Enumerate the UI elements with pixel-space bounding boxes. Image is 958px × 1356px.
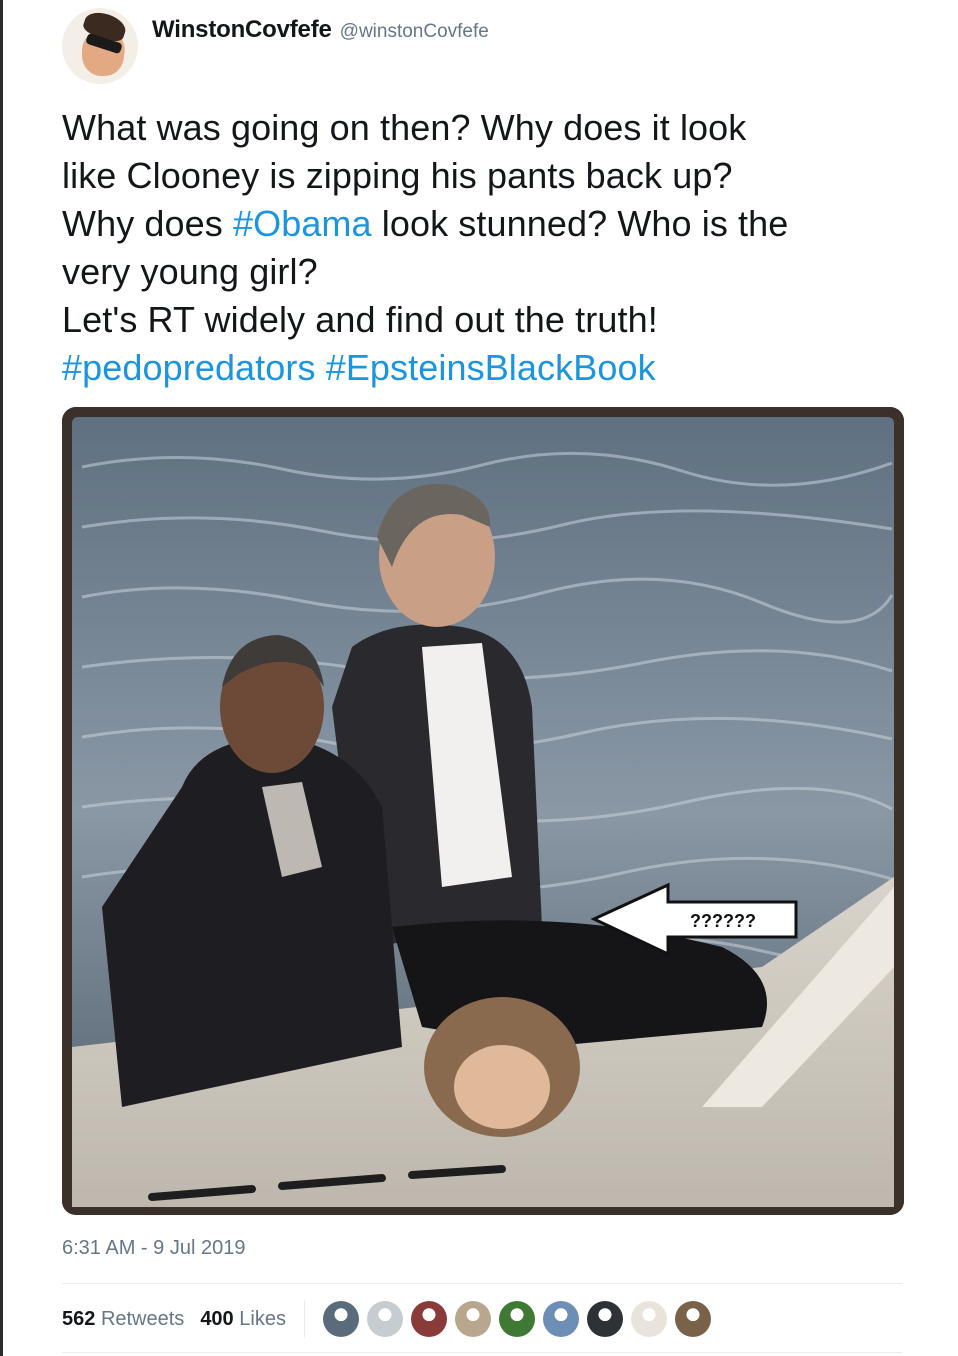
hashtag-link[interactable]: #pedopredators [62, 347, 316, 388]
retweets-count: 562 [62, 1307, 96, 1330]
retweets-label: Retweets [100, 1307, 185, 1330]
divider-bottom [62, 1352, 902, 1353]
tweet-text: What was going on then? Why does it look… [62, 104, 922, 392]
arrow-label: ?????? [690, 911, 756, 931]
tweet-text-segment: Let's RT widely and find out the truth! [62, 299, 658, 340]
likes-count: 400 [200, 1307, 234, 1330]
user-names: WinstonCovfefe @winstonCovfefe [152, 16, 489, 44]
tweet-stats: 562 Retweets 400 Likes [62, 1300, 719, 1338]
tweet-text-segment: Why does [62, 203, 233, 244]
liker-avatar-3[interactable] [410, 1301, 447, 1337]
tweet-text-segment: What was going on then? Why does it look [62, 107, 747, 148]
liker-avatar-5[interactable] [498, 1301, 535, 1337]
window-edge [0, 0, 3, 1356]
tweet-text-segment [316, 347, 326, 388]
tweet-text-line: What was going on then? Why does it look [62, 104, 922, 152]
tweet-text-segment: very young girl? [62, 251, 318, 292]
tweet-text-line: Let's RT widely and find out the truth! [62, 296, 922, 344]
retweets-stat[interactable]: 562 Retweets [62, 1308, 184, 1331]
liker-avatars [322, 1301, 719, 1337]
photo-illustration: ?????? [62, 407, 904, 1215]
divider-top [62, 1283, 902, 1284]
user-avatar[interactable] [62, 8, 138, 84]
tweet-text-segment: like Clooney is zipping his pants back u… [62, 155, 733, 196]
likes-label: Likes [239, 1307, 286, 1330]
tweet-text-line: #pedopredators #EpsteinsBlackBook [62, 344, 922, 392]
tweet-media-photo[interactable]: ?????? [62, 407, 904, 1215]
user-handle[interactable]: @winstonCovfefe [340, 21, 489, 43]
tweet-text-line: Why does #Obama look stunned? Who is the [62, 200, 922, 248]
likes-stat[interactable]: 400 Likes [200, 1308, 286, 1331]
liker-avatar-9[interactable] [674, 1301, 711, 1337]
liker-avatar-4[interactable] [454, 1301, 491, 1337]
tweet-header: WinstonCovfefe @winstonCovfefe [62, 8, 489, 84]
liker-avatar-6[interactable] [542, 1301, 579, 1337]
display-name[interactable]: WinstonCovfefe [152, 16, 332, 44]
child-face [454, 1045, 550, 1129]
liker-avatar-7[interactable] [586, 1301, 623, 1337]
hashtag-link[interactable]: #Obama [233, 203, 372, 244]
liker-avatar-8[interactable] [630, 1301, 667, 1337]
hashtag-link[interactable]: #EpsteinsBlackBook [326, 347, 656, 388]
tweet-text-segment: look stunned? Who is the [371, 203, 789, 244]
liker-avatar-2[interactable] [366, 1301, 403, 1337]
tweet-timestamp[interactable]: 6:31 AM - 9 Jul 2019 [62, 1237, 245, 1260]
liker-avatar-1[interactable] [322, 1301, 359, 1337]
tweet-text-line: very young girl? [62, 248, 922, 296]
tweet-text-line: like Clooney is zipping his pants back u… [62, 152, 922, 200]
stats-separator [303, 1300, 305, 1338]
